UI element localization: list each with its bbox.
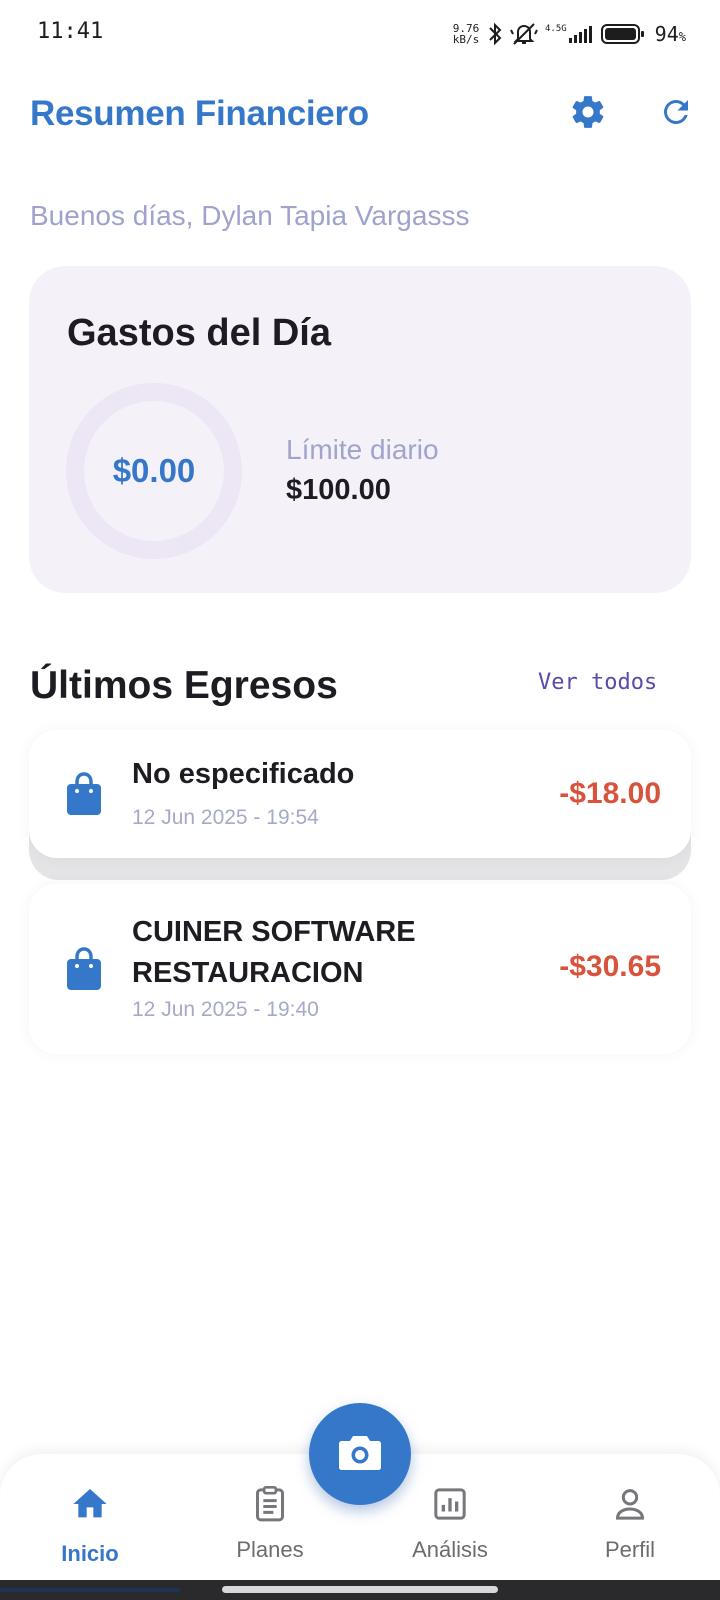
nav-item-perfil[interactable]: Perfil xyxy=(560,1454,700,1580)
expense-date: 12 Jun 2025 - 19:54 xyxy=(132,806,319,829)
clipboard-icon xyxy=(250,1454,290,1529)
see-all-link[interactable]: Ver todos xyxy=(538,670,657,695)
system-navigation-bar xyxy=(0,1580,720,1600)
spent-today-value: $0.00 xyxy=(112,452,196,489)
refresh-button[interactable] xyxy=(654,92,698,136)
daily-card-title: Gastos del Día xyxy=(67,312,331,354)
greeting-text: Buenos días, Dylan Tapia Vargasss xyxy=(30,200,470,231)
nav-item-inicio[interactable]: Inicio xyxy=(20,1454,160,1580)
page-title: Resumen Financiero xyxy=(30,94,369,133)
nav-label: Análisis xyxy=(412,1537,488,1562)
status-icons: 9.76 kB/s 4.5G 94% xyxy=(451,18,686,50)
expense-item[interactable]: CUINER SOFTWARE RESTAURACION 12 Jun 2025… xyxy=(29,884,691,1054)
refresh-icon xyxy=(658,94,694,135)
status-time: 11:41 xyxy=(37,19,104,44)
bar-chart-icon xyxy=(430,1454,470,1529)
battery-percentage: 94% xyxy=(654,22,686,46)
spending-progress-ring: $0.00 xyxy=(66,383,242,559)
shopping-bag-icon xyxy=(65,947,103,991)
nav-label: Planes xyxy=(236,1537,304,1562)
bluetooth-icon xyxy=(487,22,503,46)
signal-icon xyxy=(568,24,595,44)
home-icon xyxy=(69,1454,111,1529)
expense-date: 12 Jun 2025 - 19:40 xyxy=(132,998,319,1021)
silent-bell-icon xyxy=(509,21,539,47)
nav-label: Inicio xyxy=(61,1541,119,1566)
camera-button[interactable] xyxy=(309,1403,411,1505)
daily-limit-value: $100.00 xyxy=(286,474,391,506)
camera-icon xyxy=(337,1432,383,1477)
shopping-bag-icon xyxy=(65,772,103,816)
network-speed: 9.76 kB/s xyxy=(452,22,480,46)
battery-icon xyxy=(600,23,645,45)
system-bar-accent xyxy=(0,1588,180,1592)
settings-button[interactable] xyxy=(566,92,610,136)
expense-name: No especificado xyxy=(132,758,355,790)
home-gesture-bar[interactable] xyxy=(222,1586,498,1593)
gear-icon xyxy=(569,93,607,136)
daily-limit-label: Límite diario xyxy=(286,434,439,465)
expenses-section-title: Últimos Egresos xyxy=(30,664,338,707)
status-bar: 11:41 9.76 kB/s 4.5G 94% xyxy=(0,0,720,66)
expense-amount: -$18.00 xyxy=(559,777,661,810)
expense-item[interactable]: No especificado 12 Jun 2025 - 19:54 -$18… xyxy=(29,730,691,858)
nav-label: Perfil xyxy=(604,1537,656,1562)
person-icon xyxy=(610,1454,650,1529)
network-type: 4.5G xyxy=(544,24,567,34)
daily-expenses-card: Gastos del Día $0.00 Límite diario $100.… xyxy=(29,266,691,593)
expense-amount: -$30.65 xyxy=(559,950,661,983)
expense-name: CUINER SOFTWARE RESTAURACION xyxy=(132,916,416,989)
